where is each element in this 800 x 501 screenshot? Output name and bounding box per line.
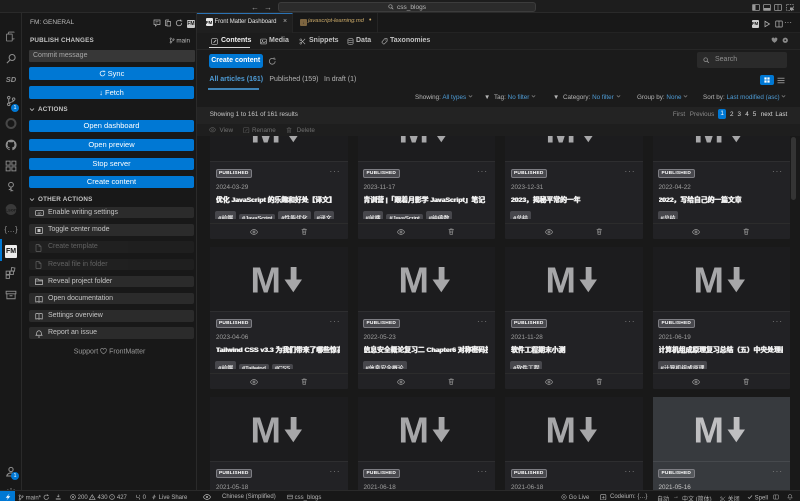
svg-text:Lson: Lson — [5, 208, 17, 214]
svg-text:M: M — [252, 136, 281, 143]
svg-text:M: M — [547, 266, 576, 293]
svg-text:M: M — [400, 136, 429, 143]
svg-text:M: M — [547, 416, 576, 443]
svg-text:ab: ab — [38, 211, 42, 215]
svg-text:M: M — [400, 266, 429, 293]
svg-text:M: M — [695, 416, 724, 443]
svg-text:M: M — [252, 416, 281, 443]
svg-text:M: M — [695, 266, 724, 293]
svg-text:M: M — [695, 136, 724, 143]
svg-text:M: M — [547, 136, 576, 143]
svg-text:M: M — [400, 416, 429, 443]
svg-text:M: M — [252, 266, 281, 293]
